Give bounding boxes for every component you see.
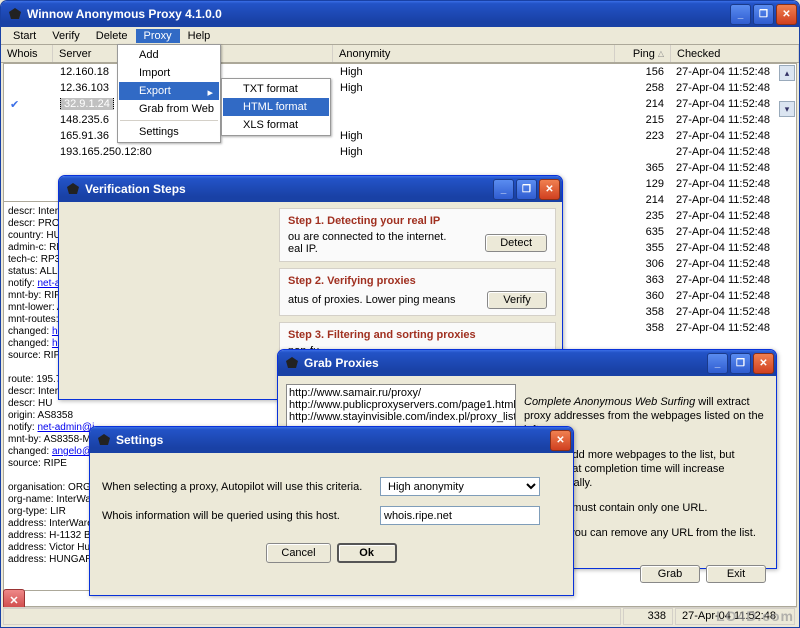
maximize-button[interactable]: ❐ [753, 4, 774, 25]
step1-desc: ou are connected to the internet. eal IP… [288, 231, 446, 255]
verification-title: Verification Steps [85, 182, 493, 196]
minimize-button[interactable]: _ [730, 4, 751, 25]
proxy-dropdown: Add Import Export ▸ Grab from Web Settin… [117, 44, 221, 143]
menu-proxy[interactable]: Proxy [136, 29, 180, 43]
main-title: Winnow Anonymous Proxy 4.1.0.0 [27, 7, 730, 21]
step1-group: Step 1. Detecting your real IP ou are co… [279, 208, 556, 262]
step2-group: Step 2. Verifying proxies atus of proxie… [279, 268, 556, 316]
settings-title: Settings [116, 433, 550, 447]
menu-grab-web[interactable]: Grab from Web [119, 100, 219, 118]
col-whois[interactable]: Whois [1, 45, 53, 62]
grab-icon [284, 355, 300, 371]
verification-titlebar[interactable]: Verification Steps _ ❐ ✕ [59, 176, 562, 202]
export-html[interactable]: HTML format [223, 98, 329, 116]
menu-help[interactable]: Help [180, 29, 219, 43]
export-txt[interactable]: TXT format [223, 80, 329, 98]
menu-export[interactable]: Export ▸ [119, 82, 219, 100]
anonymity-select[interactable]: High anonymity [380, 477, 540, 496]
menu-add[interactable]: Add [119, 46, 219, 64]
col-anonymity[interactable]: Anonymity [333, 45, 615, 62]
watermark: LO4D.com [716, 608, 794, 624]
verification-minimize[interactable]: _ [493, 179, 514, 200]
grab-title: Grab Proxies [304, 356, 707, 370]
export-submenu: TXT format HTML format XLS format [221, 78, 331, 136]
whois-line: origin: AS8358 [8, 410, 278, 422]
verify-button[interactable]: Verify [487, 291, 547, 309]
verification-maximize[interactable]: ❐ [516, 179, 537, 200]
grab-url-item[interactable]: http://www.publicproxyservers.com/page1.… [289, 399, 513, 411]
menu-verify[interactable]: Verify [44, 29, 88, 43]
settings-titlebar[interactable]: Settings ✕ [90, 427, 573, 453]
verification-close[interactable]: ✕ [539, 179, 560, 200]
scroll-up-icon[interactable]: ▴ [779, 65, 795, 81]
settings-icon [96, 432, 112, 448]
grab-url-item[interactable]: http://www.stayinvisible.com/index.pl/pr… [289, 411, 513, 423]
grab-maximize[interactable]: ❐ [730, 353, 751, 374]
export-xls[interactable]: XLS format [223, 116, 329, 134]
close-button[interactable]: ✕ [776, 4, 797, 25]
settings-window: Settings ✕ When selecting a proxy, Autop… [89, 426, 574, 596]
submenu-arrow-icon: ▸ [207, 86, 213, 99]
settings-label2: Whois information will be queried using … [102, 510, 372, 522]
menu-delete[interactable]: Delete [88, 29, 136, 43]
status-bar: 338 27-Apr-04 11:52:48 [3, 607, 797, 625]
menu-export-label: Export [139, 85, 171, 97]
step2-title: Step 2. Verifying proxies [288, 275, 547, 287]
step1-title: Step 1. Detecting your real IP [288, 215, 547, 227]
detect-button[interactable]: Detect [485, 234, 547, 252]
main-titlebar[interactable]: Winnow Anonymous Proxy 4.1.0.0 _ ❐ ✕ [1, 1, 799, 27]
grab-titlebar[interactable]: Grab Proxies _ ❐ ✕ [278, 350, 776, 376]
col-ping[interactable]: Ping△ [615, 45, 671, 62]
status-count: 338 [623, 608, 673, 625]
col-checked[interactable]: Checked [671, 45, 799, 62]
menu-import[interactable]: Import [119, 64, 219, 82]
settings-label1: When selecting a proxy, Autopilot will u… [102, 481, 372, 493]
whois-host-input[interactable] [380, 506, 540, 525]
menu-start[interactable]: Start [5, 29, 44, 43]
grab-url-item[interactable]: http://www.samair.ru/proxy/ [289, 387, 513, 399]
grab-minimize[interactable]: _ [707, 353, 728, 374]
scroll-thumb-icon[interactable]: ▾ [779, 101, 795, 117]
step2-desc: atus of proxies. Lower ping means [288, 294, 456, 306]
app-icon [7, 6, 23, 22]
table-row[interactable]: 36527-Apr-04 11:52:48 [4, 160, 796, 176]
main-window-buttons: _ ❐ ✕ [730, 4, 797, 25]
grab-exit-button[interactable]: Exit [706, 565, 766, 583]
grab-close[interactable]: ✕ [753, 353, 774, 374]
table-row[interactable]: 193.165.250.12:80High27-Apr-04 11:52:48 [4, 144, 796, 160]
cancel-button[interactable]: Cancel [266, 543, 330, 563]
step3-title: Step 3. Filtering and sorting proxies [288, 329, 547, 341]
ok-button[interactable]: Ok [337, 543, 397, 563]
settings-close[interactable]: ✕ [550, 430, 571, 451]
menubar: Start Verify Delete Proxy Help [1, 27, 799, 45]
verification-icon [65, 181, 81, 197]
menu-settings[interactable]: Settings [119, 123, 219, 141]
grab-button[interactable]: Grab [640, 565, 700, 583]
